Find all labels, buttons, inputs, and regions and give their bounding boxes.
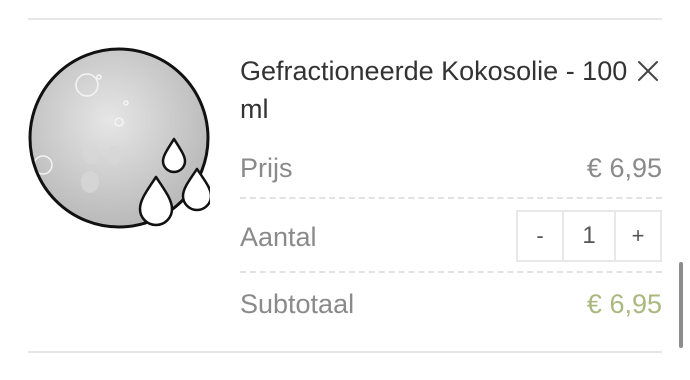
scrollbar[interactable] — [679, 262, 683, 348]
quantity-divider — [240, 271, 662, 273]
subtotal-label: Subtotaal — [240, 289, 355, 319]
bottom-divider — [28, 351, 662, 353]
quantity-row: Aantal - 1 + — [240, 205, 662, 265]
quantity-input[interactable]: 1 — [562, 212, 616, 260]
decrement-button[interactable]: - — [518, 212, 562, 260]
price-label: Prijs — [240, 153, 293, 183]
subtotal-row: Subtotaal € 6,95 — [240, 276, 662, 336]
price-divider — [240, 197, 662, 199]
product-title[interactable]: Gefractioneerde Kokosolie - 100 ml — [240, 52, 630, 128]
close-icon — [638, 61, 658, 81]
increment-button[interactable]: + — [616, 212, 660, 260]
quantity-label: Aantal — [240, 222, 317, 252]
remove-item-button[interactable] — [634, 57, 662, 85]
price-value: € 6,95 — [586, 153, 662, 183]
price-row: Prijs € 6,95 — [240, 140, 662, 200]
oil-droplets-image — [28, 47, 213, 229]
top-divider — [28, 18, 662, 20]
quantity-stepper: - 1 + — [516, 210, 662, 262]
subtotal-value: € 6,95 — [586, 289, 662, 319]
product-image[interactable] — [28, 47, 213, 229]
